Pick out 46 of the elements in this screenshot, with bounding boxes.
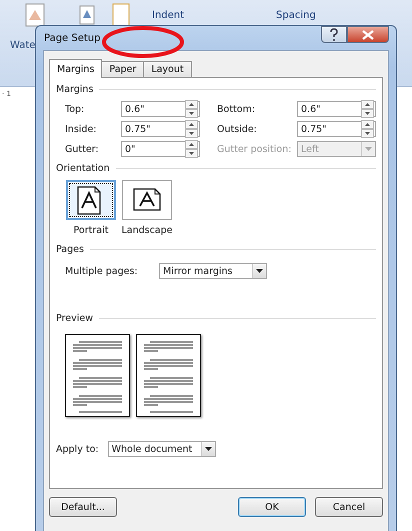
window-title: Page Setup: [43, 32, 100, 44]
ribbon-label: Wate: [10, 40, 36, 51]
section-heading: Pages: [56, 244, 84, 255]
dialog-button[interactable]: OK: [238, 497, 306, 517]
spin-field[interactable]: 0.75": [121, 121, 200, 137]
orientation-button[interactable]: [122, 180, 172, 220]
spin-field[interactable]: 0.6": [297, 101, 376, 117]
dropdown-arrow-icon: [256, 269, 263, 273]
dialog-button[interactable]: Cancel: [315, 497, 383, 517]
spin-field[interactable]: 0": [121, 141, 200, 157]
dialog-button[interactable]: Default...: [49, 497, 117, 517]
ribbon-label: Spacing: [276, 10, 316, 21]
help-button[interactable]: [321, 26, 347, 43]
spinner-arrows-icon: [185, 100, 198, 118]
field-label: Gutter:: [65, 144, 100, 154]
page-border-icon: [112, 2, 130, 28]
section-heading: Orientation: [56, 163, 110, 174]
tab[interactable]: Layout: [143, 61, 192, 77]
spin-field[interactable]: 0.75": [297, 121, 376, 137]
orientation-label: Landscape: [121, 225, 173, 236]
orientation-button[interactable]: [66, 180, 116, 220]
spinner-arrows-icon: [185, 140, 198, 158]
field-label: Multiple pages:: [65, 266, 139, 276]
dropdown-arrow-icon: [365, 147, 372, 151]
field-label: Gutter position:: [216, 144, 292, 154]
field-label: Apply to:: [56, 444, 99, 454]
field-label: Bottom:: [216, 104, 256, 114]
field-label: Top:: [65, 104, 86, 114]
tab[interactable]: Margins: [49, 59, 102, 78]
section-heading: Preview: [56, 313, 93, 324]
ribbon-label: Indent: [152, 10, 184, 21]
section-heading: Margins: [56, 84, 94, 95]
orientation-label: Portrait: [74, 225, 108, 236]
spinner-arrows-icon: [361, 100, 374, 118]
dropdown-field[interactable]: Mirror margins: [159, 263, 267, 279]
dropdown-field[interactable]: Whole document: [108, 441, 216, 457]
tab[interactable]: Paper: [101, 61, 144, 77]
spinner-arrows-icon: [185, 120, 198, 138]
spin-field[interactable]: 0.6": [121, 101, 200, 117]
document-icon: [25, 2, 45, 28]
spinner-arrows-icon: [361, 120, 374, 138]
close-icon: [361, 28, 375, 40]
close-button[interactable]: [347, 26, 389, 43]
field-label: Inside:: [65, 124, 98, 134]
dropdown-arrow-icon: [204, 447, 212, 451]
field-label: Outside:: [216, 124, 258, 134]
